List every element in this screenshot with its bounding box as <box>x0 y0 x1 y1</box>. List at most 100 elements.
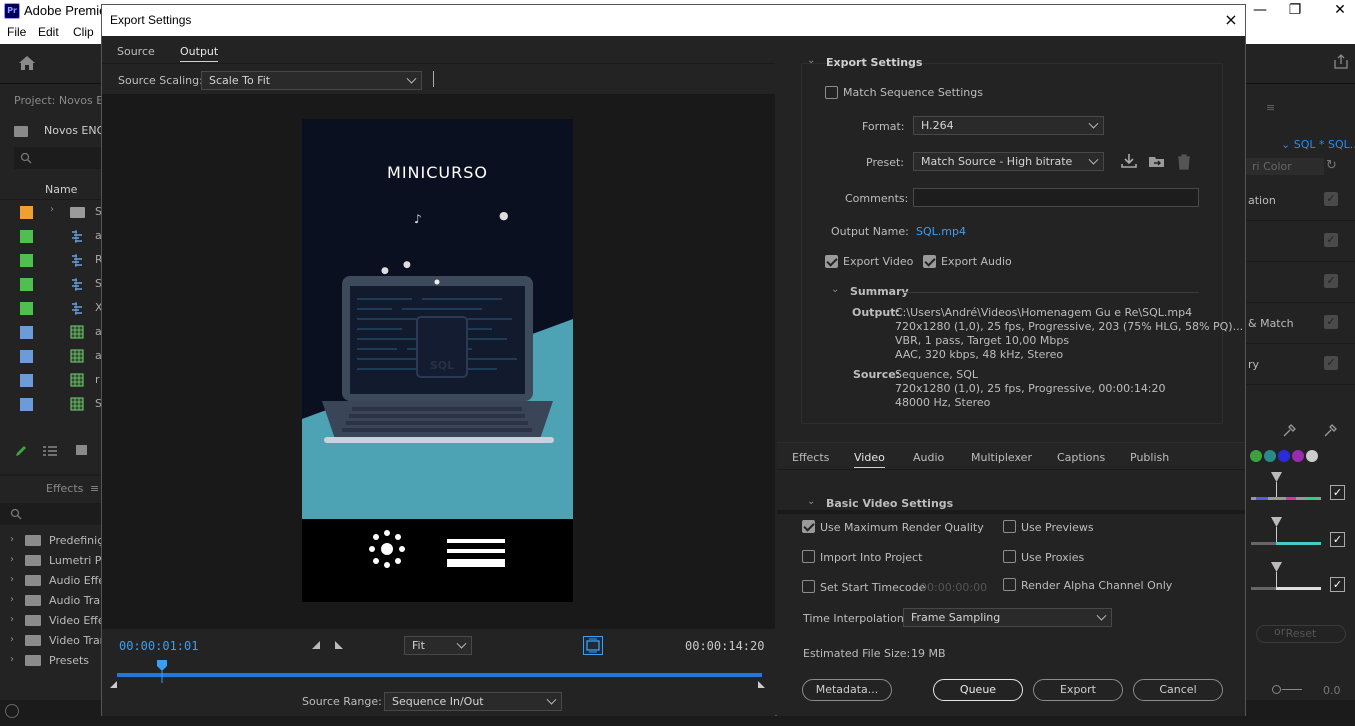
project-row[interactable]: S <box>0 272 102 296</box>
effects-list-item[interactable]: › Audio Tran <box>0 591 107 611</box>
menu-file[interactable]: File <box>7 25 26 39</box>
label-color-chip[interactable] <box>20 374 33 387</box>
delete-preset-icon[interactable] <box>1176 153 1192 170</box>
tab-captions[interactable]: Captions <box>1057 451 1105 464</box>
effects-list-item[interactable]: › Audio Effe <box>0 571 105 591</box>
mark-out-icon[interactable] <box>334 640 344 650</box>
project-row[interactable]: X <box>0 296 103 320</box>
zoom-select[interactable]: Fit <box>404 636 472 655</box>
save-preset-icon[interactable] <box>1120 153 1138 169</box>
timeline-scrubber[interactable] <box>109 656 767 689</box>
label-color-chip[interactable] <box>20 350 33 363</box>
label-color-chip[interactable] <box>20 206 33 219</box>
expand-arrow-icon[interactable]: › <box>10 654 14 665</box>
lumetri-mode-select[interactable]: ri Color <box>1246 158 1324 175</box>
lumetri-section-row[interactable]: & Match ✓ <box>1246 303 1355 344</box>
color-swatch[interactable] <box>1306 450 1318 462</box>
minimize-icon[interactable]: — <box>1245 1 1275 21</box>
eyedropper-icon[interactable] <box>1323 424 1337 438</box>
use-proxies-checkbox[interactable] <box>1003 550 1016 563</box>
label-color-chip[interactable] <box>20 254 33 267</box>
lumetri-sequence-label[interactable]: ⌄ SQL * SQL... <box>1281 138 1355 151</box>
color-swatch[interactable] <box>1278 450 1290 462</box>
color-swatch[interactable] <box>1292 450 1304 462</box>
tab-source[interactable]: Source <box>117 45 155 58</box>
expand-arrow-icon[interactable]: › <box>10 634 14 645</box>
project-search-input[interactable] <box>14 147 101 169</box>
project-row[interactable]: r <box>0 368 101 392</box>
current-time[interactable]: 00:00:01:01 <box>119 639 198 653</box>
metadata-button[interactable]: Metadata... <box>802 679 892 701</box>
hsl-check-2[interactable]: ✓ <box>1330 532 1345 547</box>
lumetri-section-row[interactable]: ✓ <box>1246 221 1355 262</box>
project-row[interactable]: a <box>0 344 102 368</box>
label-color-chip[interactable] <box>20 326 33 339</box>
lumetri-section-row[interactable]: ry ✓ <box>1246 344 1355 385</box>
mark-in-icon[interactable] <box>311 640 321 650</box>
format-select[interactable]: H.264 <box>913 116 1104 135</box>
source-range-select[interactable]: Sequence In/Out <box>384 692 562 711</box>
export-video-checkbox[interactable] <box>825 255 838 268</box>
hsl-check-1[interactable]: ✓ <box>1330 485 1345 500</box>
collapse-chevron-icon[interactable]: ⌄ <box>807 55 815 66</box>
playhead[interactable] <box>156 659 168 683</box>
effects-list-item[interactable]: › Video Tran <box>0 631 107 651</box>
expand-arrow-icon[interactable]: › <box>10 554 14 565</box>
label-color-chip[interactable] <box>20 230 33 243</box>
hsl-check-3[interactable]: ✓ <box>1330 577 1345 592</box>
close-window-icon[interactable]: ✕ <box>1325 1 1355 21</box>
list-view-icon[interactable] <box>42 445 58 457</box>
panel-menu-icon[interactable]: ≡ <box>1266 101 1275 114</box>
section-enable-checkbox[interactable]: ✓ <box>1324 356 1338 370</box>
import-preset-icon[interactable] <box>1148 153 1166 169</box>
in-point-icon[interactable] <box>109 680 119 689</box>
section-enable-checkbox[interactable]: ✓ <box>1324 233 1338 247</box>
color-swatch[interactable] <box>1250 450 1262 462</box>
render-alpha-checkbox[interactable] <box>1003 578 1016 591</box>
collapse-chevron-icon[interactable]: ⌄ <box>807 496 815 507</box>
aspect-ratio-icon[interactable] <box>583 636 603 655</box>
reset-button[interactable]: Reset <box>1256 625 1346 643</box>
max-render-quality-checkbox[interactable] <box>802 520 815 533</box>
section-enable-checkbox[interactable]: ✓ <box>1324 315 1338 329</box>
cancel-button[interactable]: Cancel <box>1133 679 1223 701</box>
out-point-icon[interactable] <box>757 680 767 689</box>
output-name-link[interactable]: SQL.mp4 <box>916 225 966 238</box>
effects-list-item[interactable]: › Predefiniçõ <box>0 531 110 551</box>
project-row[interactable]: S <box>0 392 102 416</box>
eyedropper-icon[interactable] <box>1282 424 1296 438</box>
tab-publish[interactable]: Publish <box>1130 451 1169 464</box>
match-sequence-checkbox[interactable] <box>825 86 838 99</box>
tab-video[interactable]: Video <box>854 451 885 468</box>
slider-track[interactable] <box>1282 689 1302 690</box>
effects-list-item[interactable]: › Lumetri Pr <box>0 551 106 571</box>
queue-button[interactable]: Queue <box>933 679 1023 701</box>
tab-effects[interactable]: Effects <box>792 451 829 464</box>
source-scaling-select[interactable]: Scale To Fit <box>201 71 422 90</box>
share-icon[interactable] <box>1333 54 1349 70</box>
color-swatch[interactable] <box>1264 450 1276 462</box>
tab-output[interactable]: Output <box>180 45 219 62</box>
reset-icon[interactable]: ↻ <box>1326 158 1337 173</box>
expand-arrow-icon[interactable]: › <box>50 204 54 215</box>
expand-arrow-icon[interactable]: › <box>10 574 14 585</box>
section-enable-checkbox[interactable]: ✓ <box>1324 192 1338 206</box>
home-icon[interactable] <box>18 55 36 71</box>
section-enable-checkbox[interactable]: ✓ <box>1324 274 1338 288</box>
expand-arrow-icon[interactable]: › <box>10 534 14 545</box>
export-button[interactable]: Export <box>1033 679 1123 701</box>
label-color-chip[interactable] <box>20 302 33 315</box>
start-timecode-field[interactable]: 00:00:00:00 <box>920 581 987 594</box>
expand-arrow-icon[interactable]: › <box>10 614 14 625</box>
set-start-timecode-checkbox[interactable] <box>802 580 815 593</box>
effects-list-item[interactable]: › Presets <box>0 651 101 671</box>
tab-multiplexer[interactable]: Multiplexer <box>971 451 1032 464</box>
import-into-project-checkbox[interactable] <box>802 550 815 563</box>
tab-audio[interactable]: Audio <box>913 451 944 464</box>
effects-list-item[interactable]: › Video Effe <box>0 611 105 631</box>
close-icon[interactable]: × <box>1220 9 1242 31</box>
slider-knob-icon[interactable] <box>1272 685 1281 694</box>
project-row[interactable]: › S <box>0 200 102 224</box>
project-row[interactable]: R <box>0 248 103 272</box>
label-color-chip[interactable] <box>20 278 33 291</box>
